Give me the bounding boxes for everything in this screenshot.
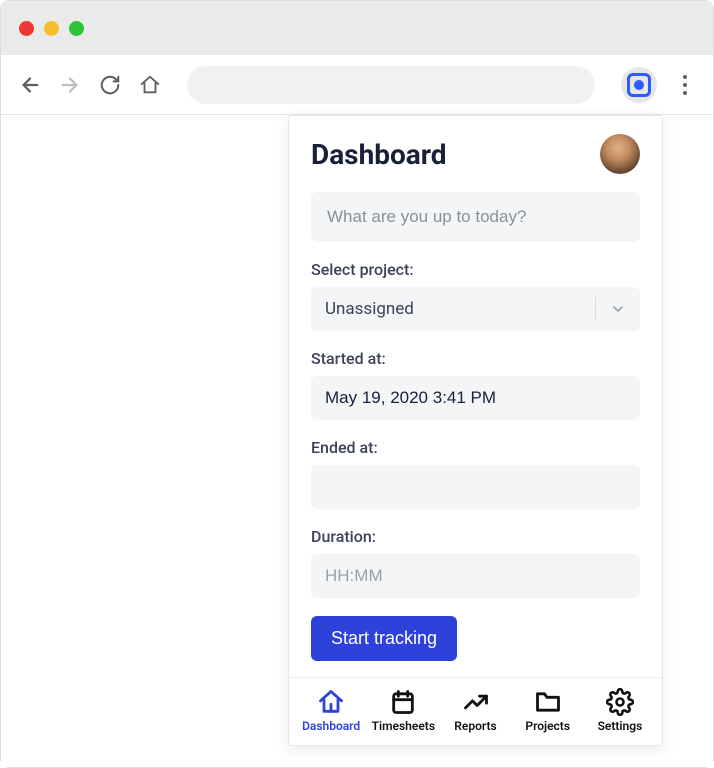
home-icon	[139, 74, 161, 96]
tab-label: Dashboard	[302, 719, 360, 733]
browser-toolbar	[1, 55, 713, 115]
reload-icon	[99, 74, 121, 96]
address-bar[interactable]	[187, 66, 595, 104]
folder-icon	[534, 688, 562, 716]
tab-timesheets[interactable]: Timesheets	[367, 688, 439, 733]
browser-window: Dashboard Select project: Unassigned Sta…	[0, 0, 714, 768]
project-selected-value: Unassigned	[325, 299, 414, 319]
browser-content: Dashboard Select project: Unassigned Sta…	[1, 115, 713, 767]
tab-projects[interactable]: Projects	[512, 688, 584, 733]
arrow-left-icon	[19, 74, 41, 96]
popup-header: Dashboard	[311, 134, 640, 174]
tab-label: Settings	[598, 719, 643, 733]
ended-label: Ended at:	[311, 438, 640, 457]
tab-bar: Dashboard Timesheets Reports Projects Se…	[289, 677, 662, 745]
tab-label: Reports	[454, 719, 496, 733]
duration-label: Duration:	[311, 527, 640, 546]
calendar-icon	[389, 688, 417, 716]
started-label: Started at:	[311, 349, 640, 368]
window-minimize-button[interactable]	[44, 21, 59, 36]
start-tracking-button[interactable]: Start tracking	[311, 616, 457, 661]
browser-menu-button[interactable]	[675, 69, 695, 101]
task-input[interactable]	[311, 192, 640, 242]
started-at-input[interactable]	[311, 376, 640, 420]
project-label: Select project:	[311, 260, 640, 279]
home-button[interactable]	[139, 74, 161, 96]
project-select[interactable]: Unassigned	[311, 287, 640, 331]
forward-button[interactable]	[59, 74, 81, 96]
popup-title: Dashboard	[311, 138, 447, 171]
tab-settings[interactable]: Settings	[584, 688, 656, 733]
extension-popup: Dashboard Select project: Unassigned Sta…	[288, 115, 663, 746]
tab-reports[interactable]: Reports	[439, 688, 511, 733]
window-titlebar	[1, 1, 713, 55]
tab-dashboard[interactable]: Dashboard	[295, 688, 367, 733]
window-close-button[interactable]	[19, 21, 34, 36]
arrow-right-icon	[59, 74, 81, 96]
window-maximize-button[interactable]	[69, 21, 84, 36]
home-icon	[317, 688, 345, 716]
ended-at-input[interactable]	[311, 465, 640, 509]
tab-label: Timesheets	[372, 719, 435, 733]
gear-icon	[606, 688, 634, 716]
avatar[interactable]	[600, 134, 640, 174]
duration-input[interactable]	[311, 554, 640, 598]
reload-button[interactable]	[99, 74, 121, 96]
chevron-down-icon	[610, 301, 626, 317]
tab-label: Projects	[525, 719, 570, 733]
chart-icon	[462, 688, 490, 716]
extension-button[interactable]	[621, 67, 657, 103]
extension-icon	[627, 73, 651, 97]
select-divider	[595, 297, 596, 321]
back-button[interactable]	[19, 74, 41, 96]
